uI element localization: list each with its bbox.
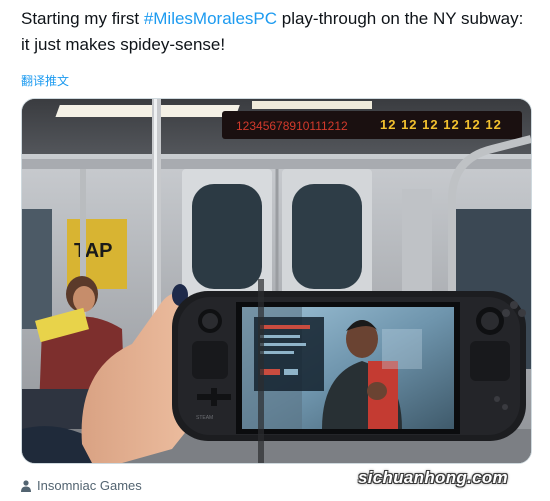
translate-tweet-link[interactable]: 翻译推文 bbox=[21, 72, 69, 89]
tweet-photo[interactable]: 12345678910111212 12 12 12 12 12 12 TAP bbox=[21, 98, 532, 464]
caption-label[interactable]: Insomniac Games bbox=[37, 478, 142, 493]
device-brand: STEAM bbox=[196, 415, 213, 421]
poster-text: TAP bbox=[74, 240, 113, 262]
led-sign-left: 12345678910111212 bbox=[236, 119, 348, 133]
hashtag-link[interactable]: #MilesMoralesPC bbox=[144, 9, 277, 28]
tweet-text-before: Starting my first bbox=[21, 9, 144, 28]
subway-photo: 12345678910111212 12 12 12 12 12 12 TAP bbox=[22, 99, 531, 463]
led-sign-right: 12 12 12 12 12 12 bbox=[380, 117, 502, 132]
person-icon bbox=[21, 479, 31, 492]
tweet-text: Starting my first #MilesMoralesPC play-t… bbox=[21, 6, 531, 58]
photo-caption: Insomniac Games bbox=[21, 478, 142, 493]
watermark: sichuanhong.com bbox=[358, 468, 508, 487]
